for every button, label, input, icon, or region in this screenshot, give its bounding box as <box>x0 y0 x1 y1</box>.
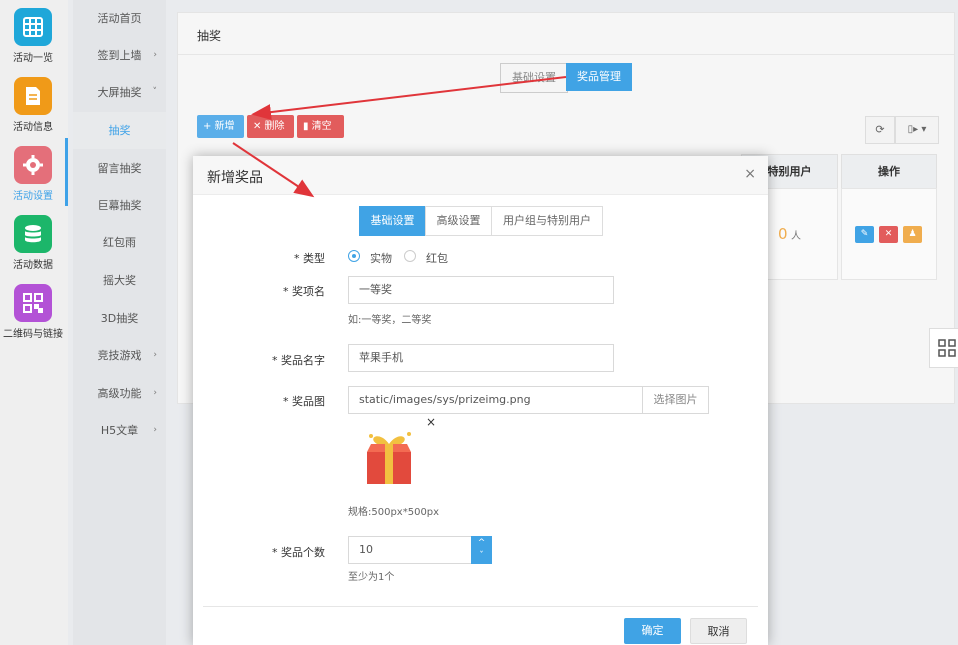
chevron-down-icon[interactable]: ˇ <box>471 550 492 564</box>
rail-item-qrcode[interactable]: 二维码与链接 <box>0 276 66 344</box>
icon-rail: 活动一览 活动信息 活动设置 活动数据 二维码与链接 <box>0 0 68 645</box>
qrcode-icon <box>14 284 52 322</box>
add-button[interactable]: + 新增 <box>197 115 244 138</box>
count-label: * 奖品个数 <box>272 546 325 559</box>
rail-label: 活动一览 <box>13 53 53 64</box>
name-label: * 奖品名字 <box>272 354 325 367</box>
confirm-button[interactable]: 确定 <box>624 618 681 644</box>
rail-label: 活动信息 <box>13 122 53 133</box>
subnav-item-message-lottery[interactable]: 留言抽奖 <box>73 150 166 187</box>
rail-item-data[interactable]: 活动数据 <box>0 207 66 275</box>
subnav-item-screen-lottery[interactable]: 大屏抽奖 ˅ <box>73 74 166 111</box>
subnav-item-games[interactable]: 竞技游戏 › <box>73 337 166 374</box>
level-hint: 如:一等奖，二等奖 <box>348 315 432 326</box>
rail-item-info[interactable]: 活动信息 <box>0 69 66 137</box>
count-input[interactable]: 10 <box>348 536 472 564</box>
subnav-item-shake[interactable]: 摇大奖 <box>73 262 166 299</box>
secondary-nav: 活动首页 签到上墙 › 大屏抽奖 ˅ 抽奖 留言抽奖 巨幕抽奖 红包雨 摇大奖 3D… <box>73 0 166 645</box>
edit-icon[interactable]: ✎ <box>855 226 874 243</box>
choose-image-button[interactable]: 选择图片 <box>642 386 709 414</box>
refresh-icon[interactable]: ⟳ <box>865 116 895 144</box>
grid-icon <box>14 8 52 46</box>
chevron-up-icon[interactable]: ^ <box>471 536 492 550</box>
dialog-header: 新增奖品 × <box>193 156 768 195</box>
tab-advanced-settings[interactable]: 高级设置 <box>425 206 492 236</box>
float-grid-button[interactable] <box>929 328 958 368</box>
column-header-actions: 操作 <box>841 154 937 189</box>
type-label: * 类型 <box>294 252 325 265</box>
divider <box>178 54 954 55</box>
active-indicator <box>65 138 68 206</box>
name-input[interactable]: 苹果手机 <box>348 344 614 372</box>
subnav-item-h5[interactable]: H5文章 › <box>73 412 166 449</box>
subnav-item-giant-lottery[interactable]: 巨幕抽奖 <box>73 187 166 224</box>
dialog-title: 新增奖品 <box>207 170 263 186</box>
cancel-button[interactable]: 取消 <box>690 618 747 644</box>
subnav-item-3d-lottery[interactable]: 3D抽奖 <box>73 300 166 337</box>
divider <box>203 606 758 607</box>
document-icon <box>14 77 52 115</box>
image-path-input[interactable]: static/images/sys/prizeimg.png <box>348 386 643 414</box>
subnav-item-signin-wall[interactable]: 签到上墙 › <box>73 37 166 74</box>
radio-red-packet-label: 红包 <box>426 252 448 265</box>
add-prize-dialog: 新增奖品 × 基础设置 高级设置 用户组与特别用户 * 类型 实物 红包 * 奖… <box>193 156 768 645</box>
rail-label: 活动数据 <box>13 260 53 271</box>
chevron-down-icon: ˅ <box>152 87 158 97</box>
subnav-item-home[interactable]: 活动首页 <box>73 0 166 37</box>
user-icon[interactable]: ♟ <box>903 226 922 243</box>
actions-cell: ✎ ✕ ♟ <box>841 188 937 280</box>
count-hint: 至少为1个 <box>348 572 395 583</box>
rail-label: 活动设置 <box>13 191 53 202</box>
rail-label: 二维码与链接 <box>3 329 63 340</box>
chevron-right-icon: › <box>153 388 157 398</box>
gear-icon <box>14 146 52 184</box>
subnav-item-lottery[interactable]: 抽奖 <box>73 112 166 149</box>
prize-image <box>353 422 425 494</box>
chevron-right-icon: › <box>153 50 157 60</box>
image-spec-hint: 规格:500px*500px <box>348 507 440 518</box>
tab-basic-settings[interactable]: 基础设置 <box>359 206 426 236</box>
radio-physical[interactable] <box>348 250 360 262</box>
page-title: 抽奖 <box>197 29 222 43</box>
tab-prize-management[interactable]: 奖品管理 <box>566 63 632 91</box>
tab-user-groups[interactable]: 用户组与特别用户 <box>491 206 603 236</box>
subnav-item-red-packet-rain[interactable]: 红包雨 <box>73 224 166 261</box>
remove-image-icon[interactable]: × <box>426 415 436 429</box>
columns-icon[interactable]: ▯▸ ▾ <box>895 116 939 144</box>
chevron-right-icon: › <box>153 350 157 360</box>
clear-button[interactable]: ▮ 清空 <box>297 115 344 138</box>
database-icon <box>14 215 52 253</box>
rail-item-overview[interactable]: 活动一览 <box>0 0 66 68</box>
delete-icon[interactable]: ✕ <box>879 226 898 243</box>
image-label: * 奖品图 <box>283 395 325 408</box>
special-users-count: 0 <box>777 225 788 243</box>
chevron-right-icon: › <box>153 425 157 435</box>
delete-button[interactable]: ✕ 删除 <box>247 115 294 138</box>
radio-physical-label: 实物 <box>370 252 392 265</box>
close-icon[interactable]: × <box>744 166 756 182</box>
rail-item-settings[interactable]: 活动设置 <box>0 138 66 206</box>
count-stepper[interactable]: ^ ˇ <box>471 536 492 564</box>
special-users-unit: 人 <box>791 231 802 242</box>
apps-icon <box>938 339 956 357</box>
level-input[interactable]: 一等奖 <box>348 276 614 304</box>
radio-red-packet[interactable] <box>404 250 416 262</box>
subnav-item-advanced[interactable]: 高级功能 › <box>73 375 166 412</box>
tab-basic-settings[interactable]: 基础设置 <box>500 63 568 93</box>
level-label: * 奖项名 <box>283 285 325 298</box>
